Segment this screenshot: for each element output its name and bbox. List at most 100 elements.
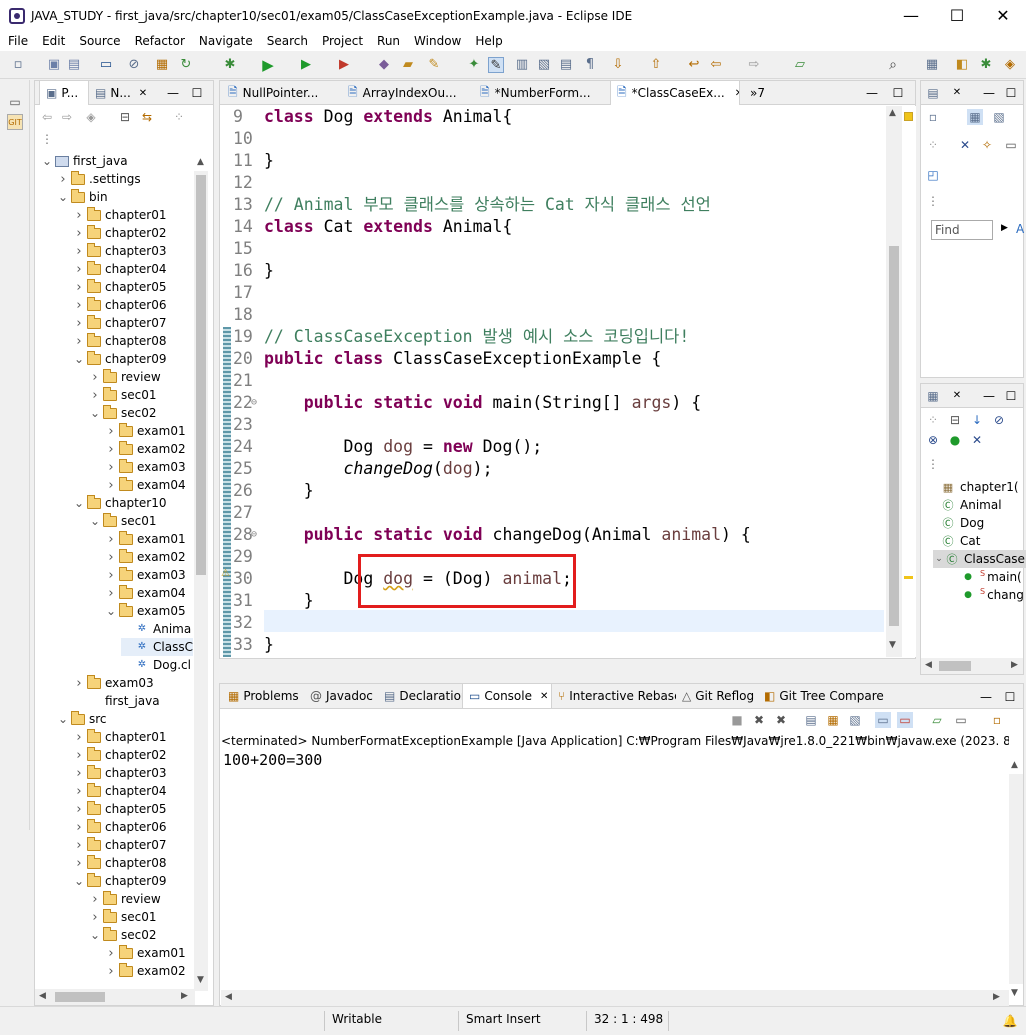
warning-overview-icon[interactable] — [904, 112, 913, 121]
view-menu-icon[interactable]: ⋮ — [39, 131, 55, 147]
tree-item-project[interactable]: ⌄ first_java — [41, 152, 128, 170]
task-list-icon[interactable]: ▤ — [925, 85, 941, 101]
minimize-view-icon[interactable]: — — [978, 689, 994, 705]
maximize-button[interactable]: ☐ — [934, 0, 980, 31]
close-icon[interactable]: ✕ — [139, 88, 147, 99]
skip-breakpoints-icon[interactable]: ⊘ — [126, 57, 142, 73]
collapse-arrow-icon[interactable]: ⌄ — [933, 554, 945, 564]
open-console-icon[interactable]: ▫ — [989, 712, 1005, 728]
tree-item-folder[interactable]: › chapter05 — [73, 800, 166, 818]
forward-icon[interactable]: ⇨ — [59, 109, 75, 125]
sync-icon[interactable]: ▭ — [1003, 137, 1019, 153]
tree-item-folder[interactable]: ⌄ exam05 — [105, 602, 186, 620]
tree-item-class-file[interactable]: ✲ Anima — [121, 620, 191, 638]
tree-item-folder[interactable]: › .settings — [57, 170, 141, 188]
tree-item-folder[interactable]: › sec01 — [89, 908, 157, 926]
expand-arrow-icon[interactable]: › — [73, 802, 85, 817]
collapse-arrow-icon[interactable]: ⌄ — [105, 604, 117, 618]
expand-arrow-icon[interactable]: › — [73, 280, 85, 295]
console-output-area[interactable]: 100+200=300 — [221, 749, 1009, 1007]
show-on-stdout-icon[interactable]: ▭ — [875, 712, 891, 728]
expand-arrow-icon[interactable]: › — [73, 766, 85, 781]
open-type-icon[interactable]: ▰ — [400, 57, 416, 73]
tree-item-folder[interactable]: › chapter08 — [73, 854, 166, 872]
tree-item-folder[interactable]: › chapter08 — [73, 332, 166, 350]
find-menu-icon[interactable]: ▶ — [1001, 223, 1008, 233]
outline-horizontal-scrollbar[interactable]: ◀ ▶ — [921, 658, 1023, 674]
expand-arrow-icon[interactable]: › — [89, 388, 101, 403]
tab-interactive-rebase[interactable]: ⑂ Interactive Rebase — [552, 684, 676, 708]
tree-item-folder[interactable]: ⌄ sec01 — [89, 512, 157, 530]
tab-declaration[interactable]: ▤ Declaration — [378, 684, 462, 708]
outline-item-method[interactable]: ● Smain( — [961, 568, 1022, 586]
next-annotation-icon[interactable]: ⇩ — [610, 57, 626, 73]
menu-file[interactable]: File — [0, 34, 34, 48]
maximize-view-icon[interactable]: ☐ — [890, 85, 906, 101]
view-menu-icon[interactable]: ⋮ — [925, 456, 941, 472]
mark-occurrences-icon[interactable]: ✦ — [466, 57, 482, 73]
forward-icon[interactable]: ⇨ — [746, 57, 762, 73]
tree-item-folder[interactable]: › chapter03 — [73, 764, 166, 782]
find-input[interactable]: Find — [931, 220, 993, 240]
outline-item-package[interactable]: ▦ chapter1( — [941, 478, 1019, 496]
tree-item-folder[interactable]: › exam04 — [105, 584, 186, 602]
expand-arrow-icon[interactable]: › — [89, 370, 101, 385]
expand-arrow-icon[interactable]: › — [73, 244, 85, 259]
focus-icon[interactable]: ✧ — [979, 137, 995, 153]
fold-toggle-icon[interactable]: ⊖ — [251, 524, 257, 546]
tree-item-folder[interactable]: › chapter01 — [73, 206, 166, 224]
tree-item-folder[interactable]: › chapter04 — [73, 260, 166, 278]
tree-item-folder[interactable]: › exam02 — [105, 548, 186, 566]
hide-nonpublic-icon[interactable]: ● — [947, 432, 963, 448]
tree-item-folder[interactable]: ⌄ sec02 — [89, 926, 157, 944]
scroll-down-icon[interactable]: ▼ — [889, 640, 896, 650]
expand-arrow-icon[interactable]: › — [105, 424, 117, 439]
close-icon[interactable]: ✕ — [949, 388, 965, 404]
warning-marker-icon[interactable]: ⚠ — [221, 568, 233, 582]
filters-icon[interactable]: ⁘ — [171, 109, 187, 125]
expand-arrow-icon[interactable]: › — [73, 784, 85, 799]
expand-arrow-icon[interactable]: › — [105, 550, 117, 565]
close-icon[interactable]: ✕ — [949, 85, 965, 101]
tab-package-explorer[interactable]: ▣ P... — [39, 81, 89, 105]
expand-arrow-icon[interactable]: › — [105, 460, 117, 475]
editor-vertical-scrollbar[interactable]: ▲ ▼ — [886, 106, 902, 657]
scroll-right-icon[interactable]: ▶ — [993, 992, 1000, 1002]
tree-item-folder[interactable]: › exam03 — [105, 458, 186, 476]
show-whitespace-icon[interactable]: ¶ — [582, 57, 598, 73]
link-with-editor-icon[interactable]: ⇆ — [139, 109, 155, 125]
console-vertical-scrollbar[interactable]: ▲ ▼ — [1009, 760, 1023, 998]
expand-arrow-icon[interactable]: › — [89, 910, 101, 925]
scroll-right-icon[interactable]: ▶ — [181, 991, 188, 1001]
tree-item-folder[interactable]: › exam03 — [105, 566, 186, 584]
tree-item-folder[interactable]: ⌄ chapter09 — [73, 350, 166, 368]
expand-arrow-icon[interactable]: › — [73, 730, 85, 745]
tree-item-folder-plain[interactable]: first_java — [73, 692, 160, 710]
outline-item-class[interactable]: Ⓒ Dog — [941, 514, 985, 532]
find-all-link[interactable]: A — [1016, 222, 1024, 236]
expand-arrow-icon[interactable]: › — [105, 946, 117, 961]
tree-item-folder[interactable]: ⌄ sec02 — [89, 404, 157, 422]
tree-item-folder[interactable]: ⌄ chapter09 — [73, 872, 166, 890]
last-edit-icon[interactable]: ↩ — [686, 57, 702, 73]
tree-item-folder[interactable]: › review — [89, 890, 161, 908]
outline-item-class[interactable]: Ⓒ Animal — [941, 496, 1002, 514]
tree-item-folder[interactable]: › review — [89, 368, 161, 386]
scheduled-icon[interactable]: ▧ — [991, 109, 1007, 125]
expand-arrow-icon[interactable]: › — [73, 334, 85, 349]
highlight-toggle-icon[interactable]: ✎ — [488, 57, 504, 73]
code-area[interactable]: 9 class Dog extends Animal{10 11} 12 13// An… — [221, 106, 886, 657]
expand-arrow-icon[interactable]: › — [73, 676, 85, 691]
restore-icon[interactable]: ▭ — [7, 94, 23, 110]
menu-project[interactable]: Project — [314, 34, 369, 48]
console-horizontal-scrollbar[interactable]: ◀ ▶ — [221, 990, 1009, 1006]
tree-item-folder[interactable]: › chapter02 — [73, 224, 166, 242]
save-all-icon[interactable]: ▤ — [66, 57, 82, 73]
collapse-arrow-icon[interactable]: ⌄ — [57, 712, 69, 726]
tab-git-tree-compare[interactable]: ◧ Git Tree Compare — [758, 684, 888, 708]
collapse-arrow-icon[interactable]: ⌄ — [73, 352, 85, 366]
remove-launch-icon[interactable]: ✖ — [751, 712, 767, 728]
menu-window[interactable]: Window — [406, 34, 467, 48]
tab-overflow[interactable]: »7 — [744, 81, 774, 105]
tree-item-folder[interactable]: › exam01 — [105, 944, 186, 962]
